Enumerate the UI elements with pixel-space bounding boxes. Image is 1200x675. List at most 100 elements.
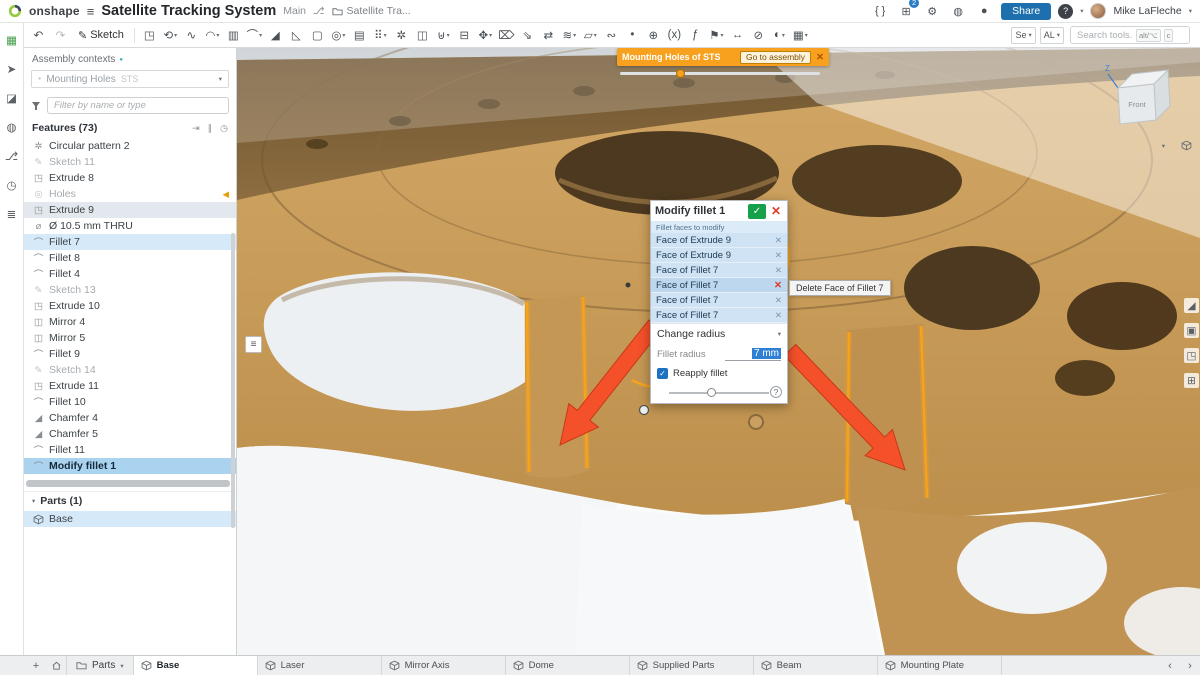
- feature-row[interactable]: ◳ Extrude 10: [24, 298, 236, 314]
- replace-face-icon[interactable]: ⇄: [538, 25, 559, 45]
- copy-view-icon[interactable]: ▣: [1184, 323, 1199, 338]
- feature-row[interactable]: ✲ Circular pattern 2: [24, 138, 236, 154]
- delete-face-icon[interactable]: ⌦: [496, 25, 517, 45]
- account-icon[interactable]: ●: [974, 2, 994, 20]
- feature-filter-input[interactable]: [47, 97, 229, 114]
- feature-row[interactable]: ⌀ Ø 10.5 mm THRU: [24, 218, 236, 234]
- versions-panel-icon[interactable]: ⎇: [4, 148, 20, 164]
- user-avatar[interactable]: [1090, 3, 1106, 19]
- history-icon[interactable]: ◷: [220, 123, 228, 134]
- main-menu-icon[interactable]: ≡: [87, 4, 95, 19]
- learning-icon[interactable]: ◍: [948, 2, 968, 20]
- sweep-icon[interactable]: ∿: [181, 25, 202, 45]
- appearance-panel-icon[interactable]: ◪: [4, 90, 20, 106]
- isometric-view-icon[interactable]: [1181, 140, 1192, 151]
- undo-button[interactable]: ↶: [28, 25, 49, 45]
- feature-row[interactable]: ◫ Mirror 5: [24, 330, 236, 346]
- tab-scroll-left-icon[interactable]: ‹: [1160, 656, 1180, 675]
- feature-row[interactable]: ⌒ Modify fillet 1: [24, 458, 236, 474]
- mirror-icon[interactable]: ◫: [412, 25, 433, 45]
- feature-row[interactable]: ✎ Sketch 14: [24, 362, 236, 378]
- help-icon[interactable]: ?: [770, 386, 782, 398]
- shell-icon[interactable]: ▢: [307, 25, 328, 45]
- rib-icon[interactable]: ▤: [349, 25, 370, 45]
- vertical-scrollbar[interactable]: [231, 233, 235, 528]
- part-studio-tab[interactable]: Mirror Axis: [382, 656, 506, 675]
- render-options-icon[interactable]: ◳: [1184, 348, 1199, 363]
- face-row[interactable]: Face of Fillet 7 ✕: [651, 263, 787, 278]
- radius-slider[interactable]: [669, 392, 769, 394]
- circular-pattern-icon[interactable]: ✲: [391, 25, 412, 45]
- move-face-icon[interactable]: ⇘: [517, 25, 538, 45]
- tab-scroll-right-icon[interactable]: ›: [1180, 656, 1200, 675]
- feature-row[interactable]: ⌒ Fillet 10: [24, 394, 236, 410]
- remove-face-icon[interactable]: ✕: [774, 280, 782, 291]
- part-studio-tab[interactable]: Laser: [258, 656, 382, 675]
- named-views-icon[interactable]: ▦▾: [790, 25, 811, 45]
- fillet-radius-input[interactable]: 7 mm: [725, 348, 781, 361]
- face-row[interactable]: Face of Fillet 7 ✕: [651, 308, 787, 323]
- feature-list-panel-icon[interactable]: ≣: [4, 206, 20, 222]
- remove-face-icon[interactable]: ✕: [775, 235, 782, 246]
- face-row[interactable]: Face of Fillet 7 ✕: [651, 293, 787, 308]
- feature-row[interactable]: ⌒ Fillet 8: [24, 250, 236, 266]
- suppress-icon[interactable]: ∥: [208, 123, 213, 134]
- parts-header[interactable]: ▾ Parts (1): [24, 491, 236, 511]
- feature-row[interactable]: ◢ Chamfer 5: [24, 426, 236, 442]
- face-row[interactable]: Face of Extrude 9 ✕: [651, 248, 787, 263]
- home-tab-button[interactable]: [46, 656, 66, 675]
- parts-folder-tab[interactable]: Parts ▾: [66, 656, 134, 675]
- part-row[interactable]: Base: [24, 511, 236, 527]
- remove-face-icon[interactable]: ✕: [775, 250, 782, 261]
- fillet-icon[interactable]: ⌒▾: [244, 25, 265, 45]
- feature-row[interactable]: ◳ Extrude 9: [24, 202, 236, 218]
- feature-row[interactable]: ⌒ Fillet 4: [24, 266, 236, 282]
- feature-row[interactable]: ◢ Chamfer 4: [24, 410, 236, 426]
- remove-face-icon[interactable]: ✕: [775, 265, 782, 276]
- user-menu-caret-icon[interactable]: ▾: [1189, 7, 1192, 15]
- change-radius-select[interactable]: Change radius ▾: [651, 323, 787, 343]
- view-menu-caret-icon[interactable]: ▾: [1162, 142, 1165, 150]
- horizontal-scrollbar[interactable]: [26, 480, 230, 487]
- part-studio-tab[interactable]: Mounting Plate: [878, 656, 1002, 675]
- sketch-button[interactable]: ✎ Sketch: [72, 25, 130, 45]
- face-row[interactable]: Face of Fillet 7 ✕: [651, 278, 787, 293]
- view-cube[interactable]: Z Front: [1102, 54, 1186, 138]
- feature-row[interactable]: ◳ Extrude 11: [24, 378, 236, 394]
- feature-row[interactable]: ⌒ Fillet 9: [24, 346, 236, 362]
- standard-dropdown[interactable]: AL▾: [1040, 27, 1064, 44]
- linear-pattern-icon[interactable]: ⠿▾: [370, 25, 391, 45]
- plane-icon[interactable]: ▱▾: [580, 25, 601, 45]
- confirm-button[interactable]: ✓: [748, 204, 766, 219]
- integrations-icon[interactable]: ⚙: [922, 2, 942, 20]
- split-icon[interactable]: ⊟: [454, 25, 475, 45]
- offset-surface-icon[interactable]: ≋▾: [559, 25, 580, 45]
- select-tool-icon[interactable]: ➤: [4, 61, 20, 77]
- feature-row[interactable]: ◫ Mirror 4: [24, 314, 236, 330]
- zoom-tools-icon[interactable]: ⊞: [1184, 373, 1199, 388]
- app-store-icon[interactable]: ⊞2: [896, 2, 916, 20]
- fs-function-icon[interactable]: ƒ: [685, 25, 706, 45]
- mate-connector-icon[interactable]: ⊕: [643, 25, 664, 45]
- chamfer-icon[interactable]: ◢: [265, 25, 286, 45]
- banner-close-icon[interactable]: ✕: [816, 52, 824, 63]
- cancel-button[interactable]: ✕: [769, 204, 783, 218]
- redo-button[interactable]: ↷: [50, 25, 71, 45]
- insight-panel-icon[interactable]: ▦: [4, 32, 20, 48]
- new-tab-button[interactable]: +: [26, 656, 46, 675]
- branch-icon[interactable]: ⎇: [313, 6, 325, 17]
- helix-icon[interactable]: ∾: [601, 25, 622, 45]
- revolve-icon[interactable]: ⟲▾: [160, 25, 181, 45]
- go-to-assembly-button[interactable]: Go to assembly: [740, 51, 811, 64]
- remove-face-icon[interactable]: ✕: [775, 295, 782, 306]
- hole-icon[interactable]: ◎▾: [328, 25, 349, 45]
- section-view-icon[interactable]: ◢: [1184, 298, 1199, 313]
- slider-knob[interactable]: [676, 69, 685, 78]
- featurescript-icon[interactable]: { }: [870, 2, 890, 20]
- part-studio-tab[interactable]: Dome: [506, 656, 630, 675]
- part-studio-tab[interactable]: Beam: [754, 656, 878, 675]
- rollback-icon[interactable]: ⇥: [192, 123, 200, 134]
- boolean-icon[interactable]: ⊎▾: [433, 25, 454, 45]
- draft-icon[interactable]: ◺: [286, 25, 307, 45]
- comment-panel-icon[interactable]: ◍: [4, 119, 20, 135]
